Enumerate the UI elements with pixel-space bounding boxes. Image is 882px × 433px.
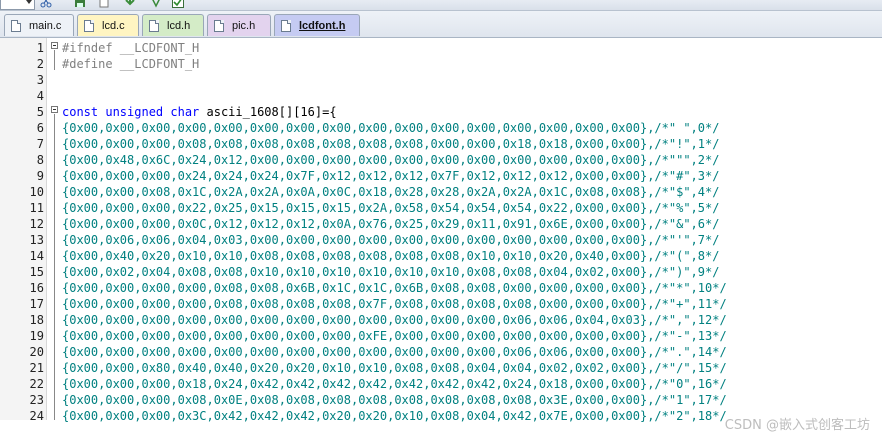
tab-bar: main.c lcd.c lcd.h pic.h lcdfont.h (0, 11, 882, 38)
toolbar (0, 0, 882, 11)
code-line[interactable]: const unsigned char ascii_1608[][16]={ (62, 104, 337, 120)
line-number: 18 (29, 313, 44, 327)
code-line[interactable]: {0x00,0x48,0x6C,0x24,0x12,0x00,0x00,0x00… (62, 152, 719, 168)
tab-main-c[interactable]: main.c (4, 14, 74, 36)
code-line[interactable]: {0x00,0x00,0x00,0x00,0x00,0x00,0x00,0x00… (62, 344, 727, 360)
line-number: 4 (36, 89, 44, 103)
code-line[interactable]: {0x00,0x00,0x00,0x00,0x00,0x00,0x00,0x00… (62, 328, 727, 344)
code-line[interactable]: {0x00,0x00,0x00,0x18,0x24,0x42,0x42,0x42… (62, 376, 727, 392)
line-number: 19 (29, 329, 44, 343)
tab-lcd-h[interactable]: lcd.h (142, 14, 204, 36)
line-number: 16 (29, 281, 44, 295)
line-number: 3 (36, 73, 44, 87)
line-number: 8 (36, 153, 44, 167)
tab-lcd-c[interactable]: lcd.c (77, 14, 139, 36)
code-line[interactable]: {0x00,0x00,0x00,0x0C,0x12,0x12,0x12,0x0A… (62, 216, 719, 232)
fold-toggle-icon[interactable] (51, 106, 58, 113)
line-number: 1 (36, 41, 44, 55)
line-number: 12 (29, 217, 44, 231)
tab-label: main.c (29, 19, 62, 32)
code-line[interactable]: {0x00,0x00,0x80,0x40,0x40,0x20,0x20,0x10… (62, 360, 727, 376)
line-number: 13 (29, 233, 44, 247)
line-number: 7 (36, 137, 44, 151)
line-number: 6 (36, 121, 44, 135)
code-line[interactable]: {0x00,0x00,0x00,0x08,0x0E,0x08,0x08,0x08… (62, 392, 727, 408)
save-icon[interactable] (74, 0, 86, 8)
code-line[interactable]: #ifndef __LCDFONT_H (62, 40, 199, 56)
line-number: 9 (36, 169, 44, 183)
line-number: 20 (29, 345, 44, 359)
tab-pic-h[interactable]: pic.h (207, 14, 271, 36)
code-line[interactable]: {0x00,0x40,0x20,0x10,0x10,0x08,0x08,0x08… (62, 248, 719, 264)
code-line[interactable]: {0x00,0x00,0x00,0x3C,0x42,0x42,0x42,0x20… (62, 408, 727, 424)
file-icon (84, 19, 94, 32)
file-icon (281, 19, 291, 32)
code-line[interactable]: {0x00,0x06,0x06,0x04,0x03,0x00,0x00,0x00… (62, 232, 719, 248)
line-number: 24 (29, 409, 44, 423)
code-line[interactable]: {0x00,0x00,0x00,0x00,0x08,0x08,0x08,0x08… (62, 296, 727, 312)
code-editor[interactable]: 1 #ifndef __LCDFONT_H 2 #define __LCDFONT_H… (0, 38, 882, 423)
line-number: 14 (29, 249, 44, 263)
code-line[interactable]: {0x00,0x00,0x08,0x1C,0x2A,0x2A,0x0A,0x0C… (62, 184, 719, 200)
line-number: 15 (29, 265, 44, 279)
code-line[interactable]: {0x00,0x00,0x00,0x24,0x24,0x24,0x7F,0x12… (62, 168, 719, 184)
file-icon (11, 19, 21, 32)
tab-label: lcd.c (102, 19, 125, 32)
watermark-text: CSDN @嵌入式创客工坊 (724, 418, 870, 433)
copy-icon[interactable] (98, 0, 110, 8)
code-line[interactable]: {0x00,0x00,0x00,0x00,0x08,0x08,0x6B,0x1C… (62, 280, 727, 296)
line-number: 17 (29, 297, 44, 311)
identifier-token: ascii_1608[][16]={ (199, 105, 337, 119)
file-icon (214, 19, 224, 32)
line-number: 21 (29, 361, 44, 375)
tab-label: pic.h (232, 19, 256, 32)
tab-lcdfont-h[interactable]: lcdfont.h (274, 14, 360, 36)
scissors-icon[interactable] (40, 0, 52, 8)
line-number: 23 (29, 393, 44, 407)
code-line[interactable]: {0x00,0x02,0x04,0x08,0x08,0x10,0x10,0x10… (62, 264, 719, 280)
file-icon (149, 19, 159, 32)
fold-line (54, 114, 55, 420)
code-line[interactable]: {0x00,0x00,0x00,0x08,0x08,0x08,0x08,0x08… (62, 136, 719, 152)
tab-label: lcdfont.h (299, 19, 346, 32)
download-icon[interactable] (124, 0, 136, 8)
chevron-down-icon (26, 0, 32, 4)
line-number: 22 (29, 377, 44, 391)
toolbar-combo-box[interactable] (0, 0, 35, 10)
fold-toggle-icon[interactable] (51, 42, 58, 49)
line-number: 10 (29, 185, 44, 199)
line-number: 2 (36, 57, 44, 71)
code-line[interactable]: #define __LCDFONT_H (62, 56, 199, 72)
code-line[interactable]: {0x00,0x00,0x00,0x22,0x25,0x15,0x15,0x15… (62, 200, 719, 216)
check-icon[interactable] (172, 0, 184, 8)
fold-line (54, 50, 55, 70)
line-number: 5 (36, 105, 44, 119)
tab-label: lcd.h (167, 19, 191, 32)
find-icon[interactable] (150, 0, 162, 8)
code-line[interactable]: {0x00,0x00,0x00,0x00,0x00,0x00,0x00,0x00… (62, 120, 719, 136)
keyword-token: const unsigned char (62, 105, 200, 119)
code-line[interactable]: {0x00,0x00,0x00,0x00,0x00,0x00,0x00,0x00… (62, 312, 727, 328)
line-number: 11 (29, 201, 44, 215)
